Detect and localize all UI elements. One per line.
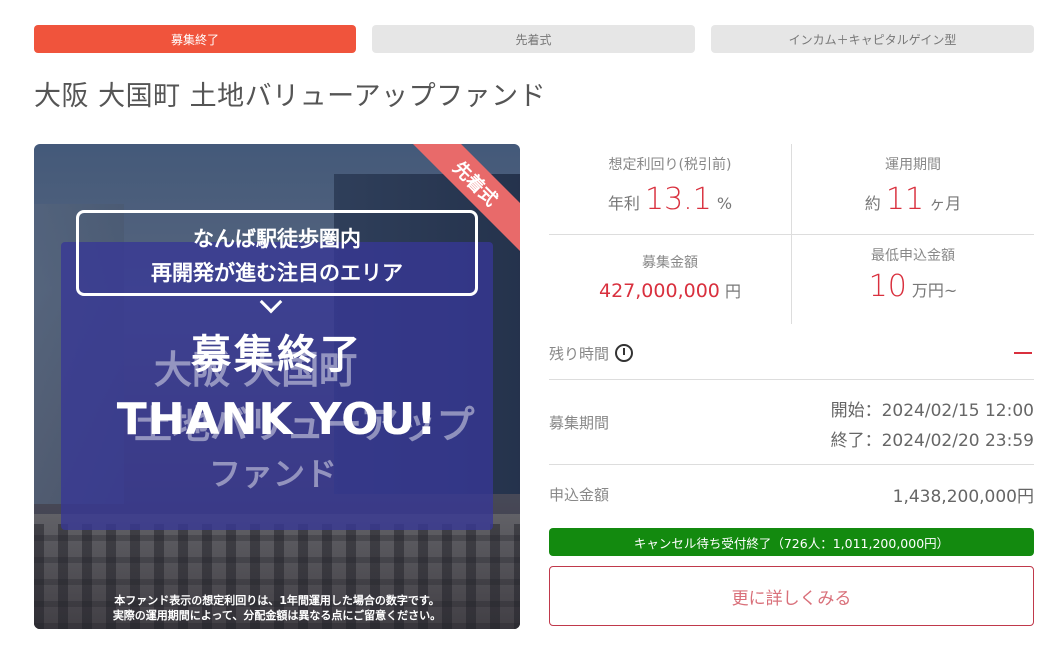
cancel-wait-status: キャンセル待ち受付終了（726人：1,011,200,000円） bbox=[549, 528, 1034, 556]
amount-value-line: 427,000,000 円 bbox=[549, 278, 791, 302]
fund-image[interactable]: なんば駅徒歩圏内 再開発が進む注目のエリア 大阪 大国町 土地バリューアップ フ… bbox=[34, 144, 520, 629]
remaining-time-row: 残り時間 bbox=[549, 343, 634, 364]
period-label: 運用期間 bbox=[885, 157, 941, 173]
method-tag: 先着式 bbox=[372, 25, 695, 53]
view-details-button[interactable]: 更に詳しくみる bbox=[549, 566, 1034, 626]
divider bbox=[549, 464, 1034, 465]
divider bbox=[549, 234, 1034, 235]
period-metric: 運用期間 約 11 ヶ月 bbox=[792, 154, 1034, 217]
yield-unit: % bbox=[716, 194, 733, 213]
yield-prefix: 年利 bbox=[607, 194, 640, 213]
thank-you-text: THANK YOU! bbox=[116, 394, 438, 445]
recruit-period-start: 開始：2024/02/15 12:00 bbox=[830, 401, 1034, 421]
fund-type-tag: インカム＋キャピタルゲイン型 bbox=[711, 25, 1034, 53]
period-prefix: 約 bbox=[864, 194, 881, 213]
yield-metric: 想定利回り(税引前) 年利 13.1 % bbox=[549, 154, 791, 217]
min-amount-value-line: 10 万円~ bbox=[792, 269, 1034, 304]
min-amount-unit: 万円~ bbox=[911, 281, 958, 300]
min-amount-metric: 最低申込金額 10 万円~ bbox=[792, 245, 1034, 304]
remaining-time-label: 残り時間 bbox=[549, 345, 610, 363]
remaining-time-value bbox=[1014, 352, 1032, 354]
min-amount-label: 最低申込金額 bbox=[871, 248, 955, 264]
yield-value-line: 年利 13.1 % bbox=[549, 182, 791, 217]
amount-value: 427,000,000 bbox=[599, 280, 720, 302]
speech-line-2: 再開発が進む注目のエリア bbox=[151, 261, 403, 285]
recruit-period-end: 終了：2024/02/20 23:59 bbox=[830, 431, 1034, 451]
ghost-title-line-3: ファンド bbox=[209, 455, 338, 493]
yield-value: 13.1 bbox=[645, 182, 712, 217]
applied-amount-value: 1,438,200,000円 bbox=[892, 487, 1034, 507]
period-value-line: 約 11 ヶ月 bbox=[792, 182, 1034, 217]
amount-unit: 円 bbox=[724, 282, 741, 301]
period-unit: ヶ月 bbox=[929, 194, 962, 213]
note-line-1: 本ファンド表示の想定利回りは、1年間運用した場合の数字です。 bbox=[114, 594, 440, 607]
applied-amount-label: 申込金額 bbox=[549, 486, 610, 504]
image-note: 本ファンド表示の想定利回りは、1年間運用した場合の数字です。 実際の運用期間によ… bbox=[34, 593, 520, 623]
page-title: 大阪 大国町 土地バリューアップファンド bbox=[34, 81, 547, 112]
amount-label: 募集金額 bbox=[642, 255, 698, 271]
divider bbox=[549, 379, 1034, 380]
status-tag-closed: 募集終了 bbox=[34, 25, 356, 53]
speech-bubble: なんば駅徒歩圏内 再開発が進む注目のエリア bbox=[76, 210, 478, 296]
period-value: 11 bbox=[885, 182, 925, 217]
yield-label: 想定利回り(税引前) bbox=[608, 157, 732, 173]
clock-icon bbox=[615, 344, 634, 362]
amount-metric: 募集金額 427,000,000 円 bbox=[549, 252, 791, 302]
note-line-2: 実際の運用期間によって、分配金額は異なる点にご留意ください。 bbox=[112, 609, 442, 622]
closed-title: 募集終了 bbox=[191, 332, 363, 378]
min-amount-value: 10 bbox=[868, 269, 907, 304]
speech-line-1: なんば駅徒歩圏内 bbox=[193, 227, 361, 251]
recruit-period-label: 募集期間 bbox=[549, 414, 610, 432]
